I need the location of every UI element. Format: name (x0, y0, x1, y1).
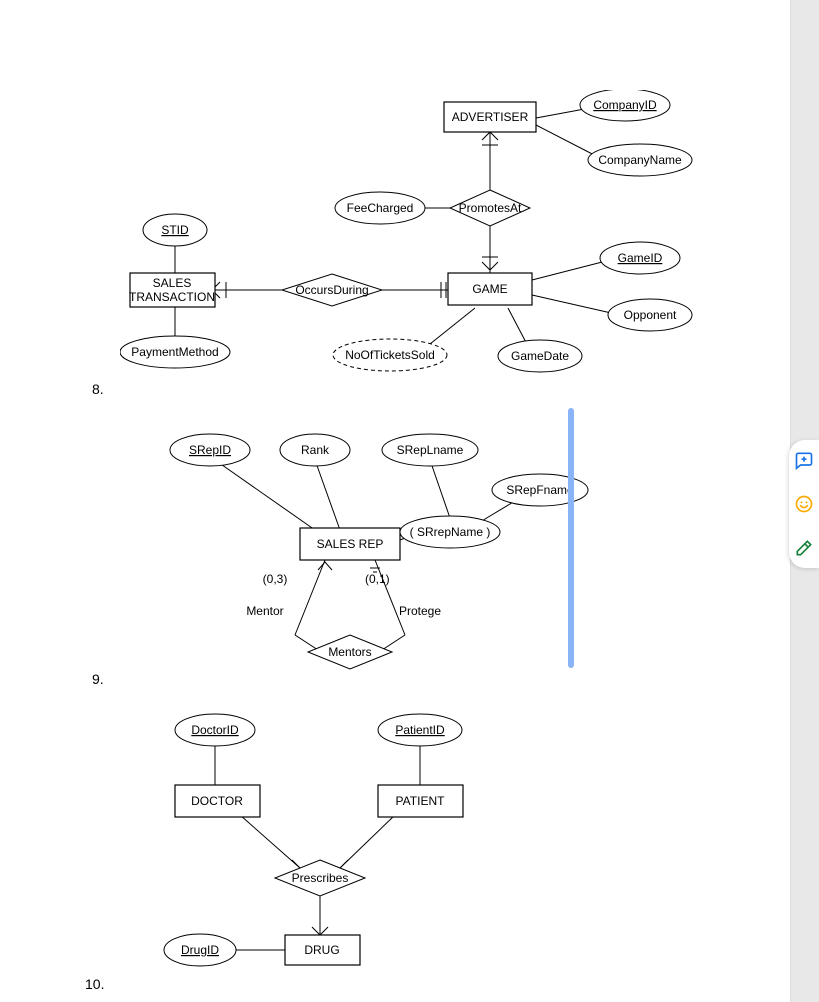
role-mentor: Mentor (246, 604, 283, 618)
attr-srepid: SRepID (189, 443, 231, 457)
erd-8: ADVERTISER SALES TRANSACTION GAME Promot… (120, 90, 740, 390)
attr-sreplname: SRepLname (397, 443, 464, 457)
attr-drugid: DrugID (181, 943, 219, 957)
attr-companyid: CompanyID (593, 98, 657, 112)
rel-promotesat: PromotesAt (459, 201, 522, 215)
attr-patientid: PatientID (395, 723, 445, 737)
svg-text:TRANSACTION: TRANSACTION (129, 290, 215, 304)
attr-opponent: Opponent (624, 308, 677, 322)
attr-srrepname: ( SRrepName ) (410, 525, 491, 539)
card-protege: (0,1) (365, 572, 390, 586)
attr-paymentmethod: PaymentMethod (131, 345, 218, 359)
entity-doctor: DOCTOR (191, 794, 243, 808)
page: 8. 9. 10. (0, 0, 819, 1002)
rel-occursduring: OccursDuring (295, 283, 368, 297)
card-mentor: (0,3) (263, 572, 288, 586)
comment-highlight-bar[interactable] (568, 408, 574, 668)
entity-drug: DRUG (304, 943, 339, 957)
role-protege: Protege (399, 604, 441, 618)
entity-advertiser: ADVERTISER (452, 110, 529, 124)
entity-game: GAME (472, 282, 507, 296)
comment-toolbar (789, 440, 819, 568)
rel-prescribes: Prescribes (292, 871, 349, 885)
attr-rank: Rank (301, 443, 330, 457)
attr-noofticketssold: NoOfTicketsSold (345, 348, 435, 362)
attr-srepfname: SRepFname (506, 483, 574, 497)
attr-companyname: CompanyName (598, 153, 682, 167)
entity-patient: PATIENT (396, 794, 446, 808)
attr-gameid: GameID (618, 251, 663, 265)
attr-feecharged: FeeCharged (347, 201, 414, 215)
list-marker-9: 9. (92, 671, 104, 687)
erd-10: DOCTOR PATIENT DRUG Prescribes DoctorID … (120, 700, 540, 980)
list-marker-8: 8. (92, 381, 104, 397)
entity-salesrep: SALES REP (317, 537, 384, 551)
suggest-edit-icon[interactable] (794, 538, 814, 558)
attr-doctorid: DoctorID (191, 723, 239, 737)
erd-9: SALES REP Mentors (0,3) (0,1) Mentor Pro… (120, 420, 640, 680)
add-reaction-icon[interactable] (794, 494, 814, 514)
list-marker-10: 10. (85, 976, 104, 992)
attr-stid: STID (161, 223, 189, 237)
svg-text:SALES: SALES (153, 276, 192, 290)
attr-gamedate: GameDate (511, 349, 569, 363)
add-comment-icon[interactable] (794, 450, 814, 470)
document-page: 8. 9. 10. (0, 0, 791, 1002)
rel-mentors: Mentors (328, 645, 371, 659)
